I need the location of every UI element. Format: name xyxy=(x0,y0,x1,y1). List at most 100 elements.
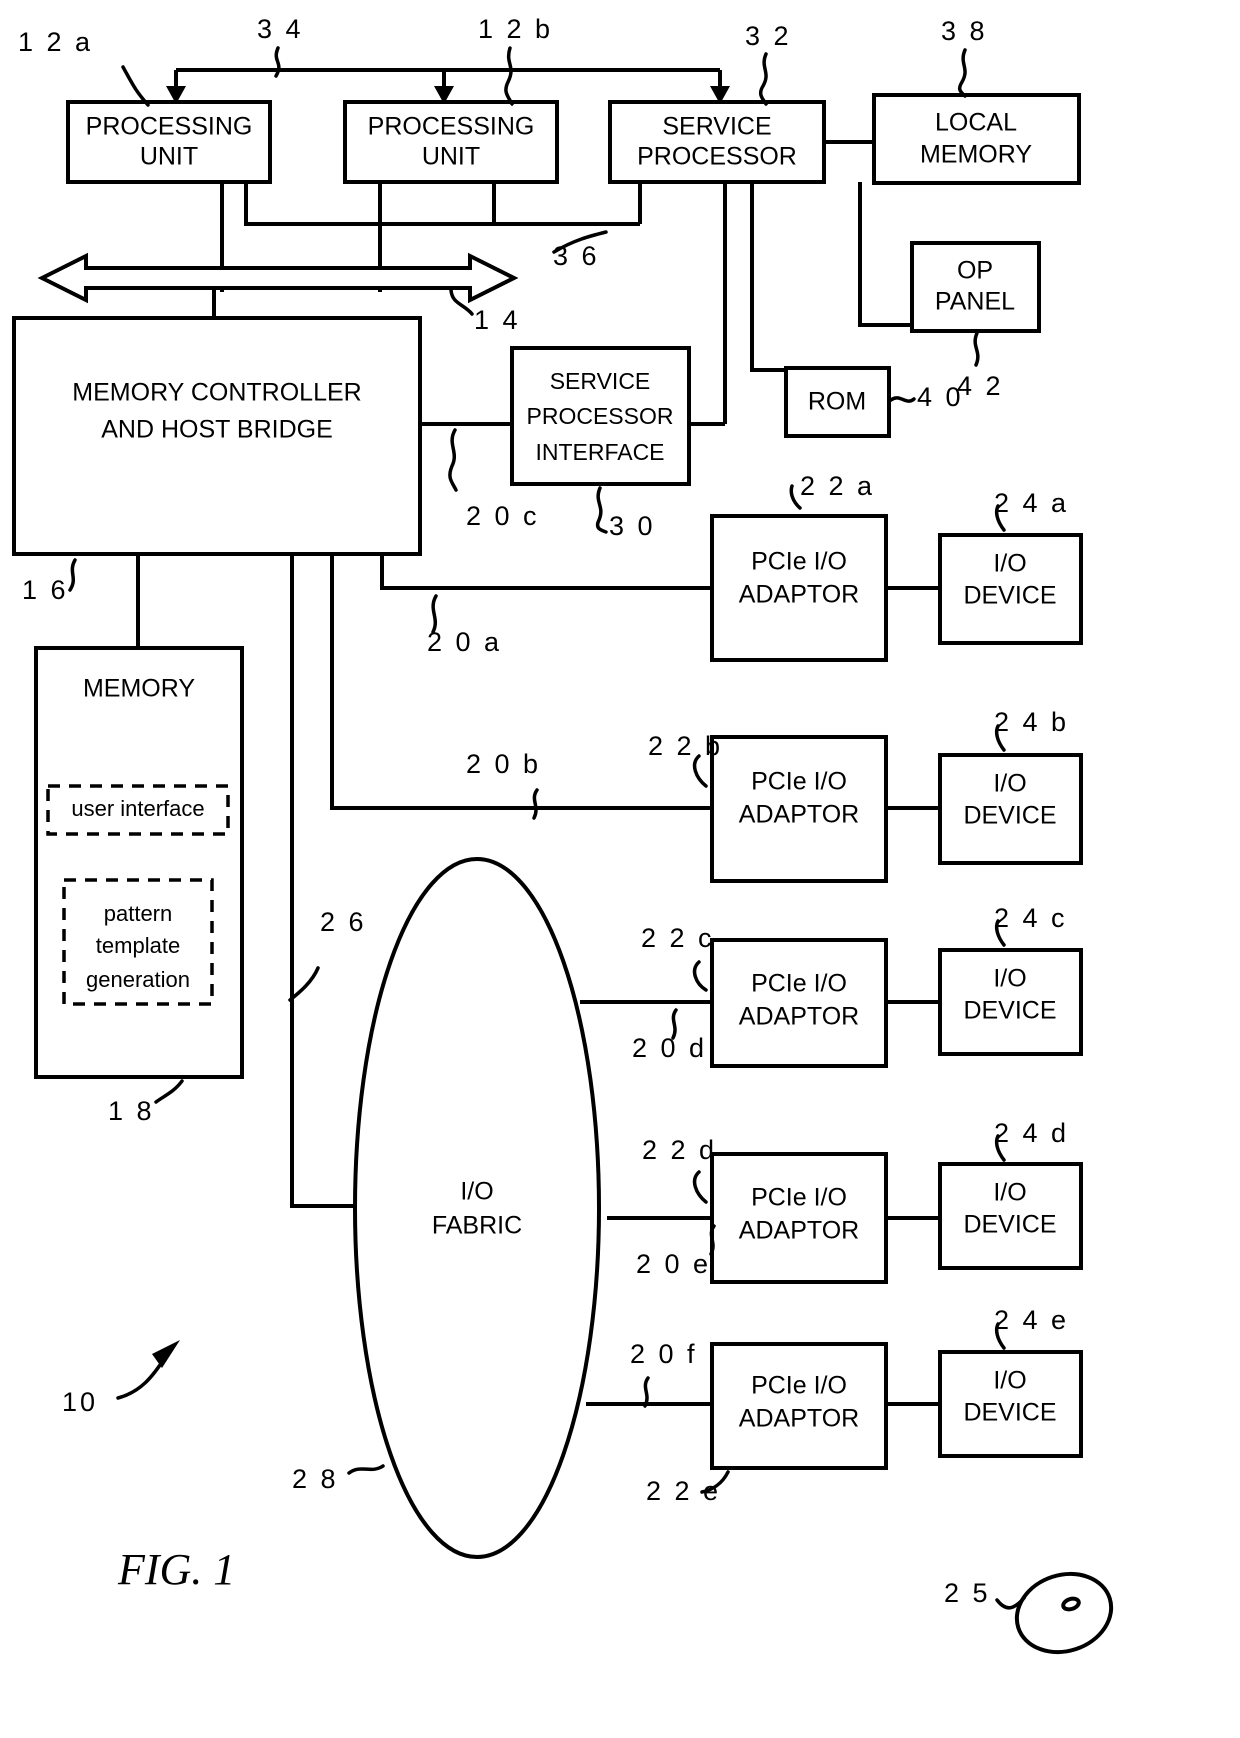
block-service-processor-interface[interactable]: SERVICE PROCESSOR INTERFACE xyxy=(510,346,691,486)
ref-leader-20d: 2 0 d xyxy=(632,1008,707,1063)
ref-22c: 2 2 c xyxy=(641,923,715,953)
io-device-b-line1: I/O xyxy=(993,770,1026,798)
block-pcie-adaptor-d[interactable]: PCIe I/O ADAPTOR xyxy=(710,1152,888,1284)
ref-leader-22c: 2 2 c xyxy=(641,923,715,992)
ref-leader-34: 3 4 xyxy=(257,14,304,78)
ref-38: 3 8 xyxy=(941,16,988,46)
block-memory-controller-host-bridge[interactable]: MEMORY CONTROLLER AND HOST BRIDGE xyxy=(12,316,422,556)
pcie-adaptor-a-line1: PCIe I/O xyxy=(751,548,847,576)
ref-30: 3 0 xyxy=(609,511,656,541)
ref-40: 4 0 xyxy=(917,382,964,412)
block-io-fabric[interactable]: I/O FABRIC xyxy=(353,857,601,1559)
ref-32: 3 2 xyxy=(745,21,792,51)
sp-interface-line2: PROCESSOR xyxy=(527,403,674,429)
block-pcie-adaptor-a[interactable]: PCIe I/O ADAPTOR xyxy=(710,514,888,662)
io-fabric-line2: FABRIC xyxy=(432,1212,522,1240)
ref-leader-16: 1 6 xyxy=(22,558,77,605)
io-device-a-line1: I/O xyxy=(993,550,1026,578)
ref-28: 2 8 xyxy=(292,1464,339,1494)
ref-20b: 2 0 b xyxy=(466,749,541,779)
figure-caption: FIG. 1 xyxy=(117,1545,235,1594)
ref-14: 1 4 xyxy=(474,305,521,335)
pattern-template-line1: pattern xyxy=(104,901,173,926)
pcie-adaptor-e-line1: PCIe I/O xyxy=(751,1372,847,1400)
block-rom[interactable]: ROM xyxy=(784,366,891,438)
ref-24a: 2 4 a xyxy=(994,488,1069,518)
block-io-device-c[interactable]: I/O DEVICE xyxy=(938,948,1083,1056)
ref-12b: 1 2 b xyxy=(478,14,553,44)
ref-25: 2 5 xyxy=(944,1578,991,1608)
ref-26: 2 6 xyxy=(320,907,367,937)
block-memory[interactable]: MEMORY user interface pattern template g… xyxy=(34,646,244,1079)
adaptor-to-device-wires xyxy=(886,586,940,1406)
pcie-adaptor-c-line1: PCIe I/O xyxy=(751,970,847,998)
user-interface-label: user interface xyxy=(71,796,204,821)
io-device-b-line2: DEVICE xyxy=(963,802,1056,830)
ref-leader-12a: 1 2 a xyxy=(18,27,150,107)
ref-36: 3 6 xyxy=(553,241,600,271)
block-service-processor[interactable]: SERVICE PROCESSOR xyxy=(608,100,826,184)
ref-leader-36: 3 6 xyxy=(552,230,608,271)
sp-interface-line3: INTERFACE xyxy=(535,439,664,465)
mouse-icon xyxy=(1014,1571,1114,1655)
ref-leader-28: 2 8 xyxy=(292,1464,385,1494)
sp-interface-line1: SERVICE xyxy=(550,368,651,394)
ref-leader-14: 1 4 xyxy=(449,288,521,335)
block-io-device-a[interactable]: I/O DEVICE xyxy=(938,533,1083,645)
ref-22b: 2 2 b xyxy=(648,731,723,761)
io-device-d-line1: I/O xyxy=(993,1179,1026,1207)
ref-leader-20e: 2 0 e xyxy=(636,1224,716,1279)
io-device-c-line1: I/O xyxy=(993,965,1026,993)
io-device-c-line2: DEVICE xyxy=(963,997,1056,1025)
block-io-device-d[interactable]: I/O DEVICE xyxy=(938,1162,1083,1270)
processing-unit-b-line2: UNIT xyxy=(422,143,480,171)
ref-34: 3 4 xyxy=(257,14,304,44)
ref-22e: 2 2 e xyxy=(646,1476,721,1506)
block-local-memory[interactable]: LOCAL MEMORY xyxy=(872,93,1081,185)
patent-figure-page: PROCESSING UNIT PROCESSING UNIT SERVICE … xyxy=(0,0,1240,1738)
arrowhead-system-10 xyxy=(152,1340,180,1368)
ref-leader-18: 1 8 xyxy=(108,1079,184,1126)
processing-unit-a-line2: UNIT xyxy=(140,143,198,171)
ref-20e: 2 0 e xyxy=(636,1249,711,1279)
ref-18: 1 8 xyxy=(108,1096,155,1126)
ref-leader-24b: 2 4 b xyxy=(994,707,1066,752)
figure-1-block-diagram: PROCESSING UNIT PROCESSING UNIT SERVICE … xyxy=(12,14,1114,1655)
ref-leader-24a: 2 4 a xyxy=(994,488,1069,532)
block-io-device-e[interactable]: I/O DEVICE xyxy=(938,1350,1083,1458)
block-pcie-adaptor-c[interactable]: PCIe I/O ADAPTOR xyxy=(710,938,888,1068)
op-panel-line1: OP xyxy=(957,257,993,285)
ref-42: 4 2 xyxy=(957,371,1004,401)
ref-24e: 2 4 e xyxy=(994,1305,1069,1335)
local-memory-line2: MEMORY xyxy=(920,141,1032,169)
ref-leader-42: 4 2 xyxy=(957,331,1004,401)
ref-leader-22a: 2 2 a xyxy=(789,471,872,510)
interrupt-bus-34-wires xyxy=(166,68,730,104)
block-processing-unit-a[interactable]: PROCESSING UNIT xyxy=(66,100,272,184)
local-memory-line1: LOCAL xyxy=(935,109,1017,137)
block-pcie-adaptor-b[interactable]: PCIe I/O ADAPTOR xyxy=(710,735,888,883)
pcie-adaptor-d-line2: ADAPTOR xyxy=(739,1217,859,1245)
ref-leader-25: 2 5 xyxy=(944,1578,1026,1610)
block-op-panel[interactable]: OP PANEL xyxy=(910,241,1041,333)
op-panel-line2: PANEL xyxy=(935,288,1015,316)
io-device-d-line2: DEVICE xyxy=(963,1211,1056,1239)
block-io-device-b[interactable]: I/O DEVICE xyxy=(938,753,1083,865)
pcie-adaptor-d-line1: PCIe I/O xyxy=(751,1184,847,1212)
ref-leader-26: 2 6 xyxy=(288,907,367,1002)
io-device-a-line2: DEVICE xyxy=(963,582,1056,610)
memory-controller-line2: AND HOST BRIDGE xyxy=(101,416,333,444)
ref-leader-40: 4 0 xyxy=(889,382,964,412)
block-processing-unit-b[interactable]: PROCESSING UNIT xyxy=(343,100,559,184)
pcie-adaptor-a-line2: ADAPTOR xyxy=(739,581,859,609)
processing-unit-b-line1: PROCESSING xyxy=(368,113,535,141)
pcie-adaptor-b-line2: ADAPTOR xyxy=(739,801,859,829)
memory-title: MEMORY xyxy=(83,675,195,703)
ref-16: 1 6 xyxy=(22,575,69,605)
block-pcie-adaptor-e[interactable]: PCIe I/O ADAPTOR xyxy=(710,1342,888,1470)
ref-leader-24d: 2 4 d xyxy=(994,1118,1066,1162)
service-processor-line2: PROCESSOR xyxy=(637,143,797,171)
ref-leader-38: 3 8 xyxy=(941,16,988,98)
io-fabric-line1: I/O xyxy=(460,1178,493,1206)
ref-20d: 2 0 d xyxy=(632,1033,707,1063)
